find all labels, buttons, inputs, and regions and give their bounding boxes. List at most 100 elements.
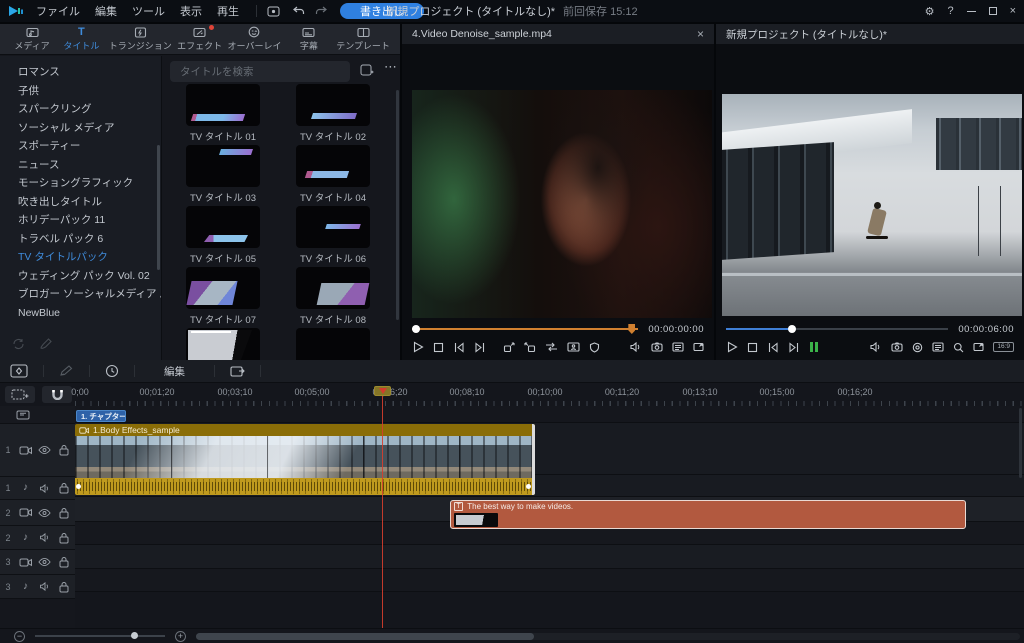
audio-lane-3[interactable] [75,569,1024,592]
volume-button[interactable] [870,342,882,352]
title-item-04[interactable]: TV タイトル 04 [278,145,388,206]
zoom-slider[interactable] [35,635,165,637]
title-item-01[interactable]: TV タイトル 01 [168,84,278,145]
close-icon[interactable]: × [697,27,704,41]
stop-button[interactable] [747,342,758,353]
preview-zoom-button[interactable] [953,342,964,353]
volume-button[interactable] [630,342,642,352]
category-newblue[interactable]: NewBlue [0,304,161,323]
play-button[interactable] [412,341,424,353]
search-input[interactable] [170,61,350,82]
tab-subtitles[interactable]: 字幕 [287,27,331,52]
out-point-marker[interactable] [628,324,635,334]
menu-view[interactable]: 表示 [180,3,202,19]
lock-icon[interactable] [54,444,73,456]
timeline-ruler[interactable]: 0;00 00;01;20 00;03;10 00;05;00 00;06;20… [75,383,1024,406]
tab-templates[interactable]: テンプレート [336,27,390,52]
fullscreen-button[interactable] [973,342,984,352]
library-scrollbar[interactable] [396,90,399,320]
category-romance[interactable]: ロマンス [0,63,161,82]
lock-icon[interactable] [54,482,73,494]
snapshot-button[interactable] [651,342,663,352]
minimize-button[interactable] [967,11,976,12]
next-frame-button[interactable] [474,342,486,353]
lock-icon[interactable] [54,532,73,544]
seek-handle[interactable] [412,325,420,333]
category-social-media[interactable]: ソーシャル メディア [0,119,161,138]
fade-out-handle[interactable] [526,484,531,489]
timeline-vertical-scrollbar[interactable] [1019,408,1022,478]
title-item-partial[interactable] [168,328,278,360]
scrollbar-thumb[interactable] [196,633,534,640]
marker-button[interactable] [10,364,28,378]
playhead-marker[interactable] [374,386,391,396]
seek-handle[interactable] [788,325,796,333]
play-button[interactable] [726,341,738,353]
export-frame-button[interactable] [230,365,245,378]
title-item-05[interactable]: TV タイトル 05 [168,206,278,267]
category-motion-graphics[interactable]: モーショングラフィック [0,174,161,193]
title-item-03[interactable]: TV タイトル 03 [168,145,278,206]
mute-speaker-icon[interactable] [35,533,54,542]
title-item-07[interactable]: TV タイトル 07 [168,267,278,328]
clip-trim-handle[interactable] [532,424,535,495]
fade-in-handle[interactable] [76,484,81,489]
render-clock-button[interactable] [105,364,119,378]
mute-speaker-icon[interactable] [35,582,54,591]
visibility-eye-icon[interactable] [35,509,54,517]
insert-to-timeline-button[interactable] [545,342,558,352]
tab-titles[interactable]: T タイトル [59,26,103,52]
zoom-slider-knob[interactable] [131,632,138,639]
zoom-out-button[interactable]: − [14,631,25,642]
category-travel-pack[interactable]: トラベル パック 6 [0,230,161,249]
mark-in-button[interactable] [503,342,515,353]
lock-icon[interactable] [54,507,73,519]
title-item-02[interactable]: TV タイトル 02 [278,84,388,145]
title-item-partial[interactable] [278,328,388,360]
timeline-horizontal-scrollbar[interactable] [196,633,1020,640]
previous-frame-button[interactable] [767,342,779,353]
refresh-icon[interactable] [12,338,25,350]
snapshot-button[interactable] [891,342,903,352]
close-button[interactable]: × [1010,5,1016,17]
display-settings-button[interactable] [932,342,944,352]
playhead-line[interactable] [382,386,383,628]
display-settings-button[interactable] [672,342,684,352]
edit-menu-button[interactable]: 編集 [150,364,199,379]
sidebar-scrollbar[interactable] [157,145,160,270]
lock-icon[interactable] [54,581,73,593]
mark-out-button[interactable] [524,342,536,353]
fullscreen-button[interactable] [693,342,704,352]
category-sparkling[interactable]: スパークリング [0,100,161,119]
category-callout-titles[interactable]: 吹き出しタイトル [0,193,161,212]
import-folder-icon[interactable] [360,64,374,76]
settings-gear-icon[interactable]: ⚙ [925,5,935,18]
tab-media[interactable]: メディア [10,27,54,52]
tab-effects[interactable]: エフェクト [177,27,222,52]
source-seek-bar[interactable] [412,328,638,330]
menu-playback[interactable]: 再生 [217,3,239,19]
menu-file[interactable]: ファイル [36,3,80,19]
title-item-06[interactable]: TV タイトル 06 [278,206,388,267]
favorite-shield-button[interactable] [589,342,600,353]
previous-frame-button[interactable] [453,342,465,353]
menu-tools[interactable]: ツール [132,3,165,19]
category-news[interactable]: ニュース [0,156,161,175]
snap-magnet-button[interactable] [42,386,72,403]
category-sporty[interactable]: スポーティー [0,137,161,156]
screen-recorder-icon[interactable] [267,6,280,17]
category-blogger-pack[interactable]: ブロガー ソーシャルメディア パック [0,285,161,304]
record-button[interactable] [912,342,923,353]
category-holiday-pack[interactable]: ホリデーパック 11 [0,211,161,230]
chapter-lane[interactable] [75,406,1024,423]
category-kids[interactable]: 子供 [0,82,161,101]
title-item-08[interactable]: TV タイトル 08 [278,267,388,328]
brush-icon[interactable] [39,338,52,350]
manage-tracks-button[interactable] [5,386,35,403]
tab-overlays[interactable]: オーバーレイ [228,26,282,52]
project-seek-bar[interactable] [726,328,948,330]
help-icon[interactable]: ? [947,5,953,17]
crop-preview-button[interactable] [567,342,580,352]
aspect-ratio-badge[interactable]: 16:9 [993,342,1014,353]
chapter-track-icon[interactable] [16,410,30,420]
